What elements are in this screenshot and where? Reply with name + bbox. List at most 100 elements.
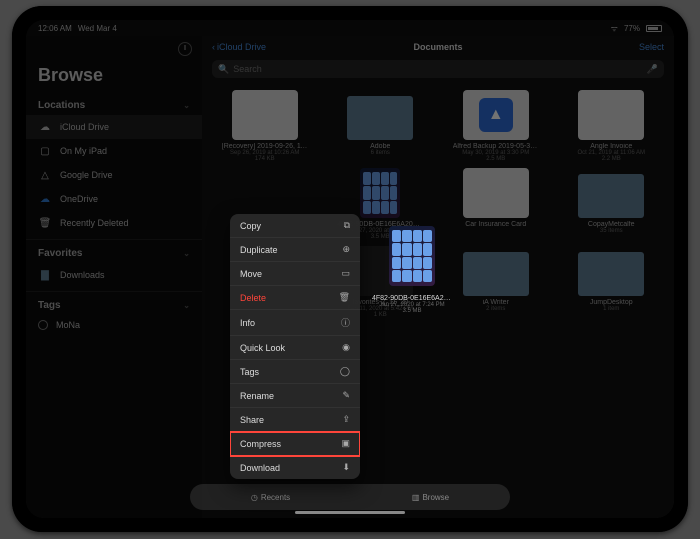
file-item[interactable]: JumpDesktop1 item — [559, 246, 665, 318]
chevron-down-icon: ⌄ — [183, 101, 190, 110]
sidebar-item-recentlydeleted[interactable]: 🗑 Recently Deleted — [26, 211, 202, 235]
move-icon: ▭ — [341, 268, 350, 279]
menu-label: Quick Look — [240, 343, 285, 353]
search-icon: 🔍 — [218, 64, 229, 75]
file-meta: 2 items — [486, 306, 505, 312]
menu-item-copy[interactable]: Copy ⧉ — [230, 214, 360, 238]
menu-label: Rename — [240, 391, 274, 401]
menu-item-info[interactable]: Info ⓘ — [230, 310, 360, 336]
file-item[interactable]: CopayMetcalfe35 items — [559, 168, 665, 240]
chevron-down-icon: ⌄ — [183, 249, 190, 258]
file-item[interactable]: Angle InvoiceOct 21, 2019 at 11:06 AM2.2… — [559, 90, 665, 162]
menu-label: Share — [240, 415, 264, 425]
file-item[interactable]: [Recovery] 2019-09-26, 11_59 AM (218 ite… — [212, 90, 318, 162]
onedrive-icon: ☁︎ — [38, 192, 52, 206]
file-name: JumpDesktop — [590, 299, 633, 306]
page-title: Documents — [413, 42, 462, 52]
file-name: 4F82-90DB-0E16E6A209CF — [372, 295, 452, 302]
menu-label: Compress — [240, 439, 281, 449]
search-input[interactable]: 🔍 Search 🎤 — [212, 60, 664, 78]
menu-item-duplicate[interactable]: Duplicate ⊕ — [230, 238, 360, 262]
menu-item-quick-look[interactable]: Quick Look◉ — [230, 336, 360, 360]
status-bar: 12:06 AM Wed Mar 4 ᯤ 77% — [26, 20, 674, 36]
folder-icon — [347, 96, 413, 140]
wifi-icon: ᯤ — [611, 23, 618, 34]
tab-recents[interactable]: ◷ Recents — [251, 493, 290, 502]
file-meta: 1 item — [603, 306, 619, 312]
file-thumbnail: ▲ — [463, 90, 529, 140]
selected-file-preview[interactable]: 4F82-90DB-0E16E6A209CF Jan 27, 2020 at 7… — [372, 220, 452, 314]
duplicate-icon: ⊕ — [342, 244, 350, 255]
menu-label: Download — [240, 463, 280, 473]
divider — [26, 239, 202, 240]
locations-header[interactable]: Locations ⌄ — [26, 96, 202, 115]
file-meta: 35 items — [600, 228, 623, 234]
file-thumbnail — [232, 90, 298, 140]
menu-item-rename[interactable]: Rename ✎ — [230, 384, 360, 408]
ipad-frame: 12:06 AM Wed Mar 4 ᯤ 77% Browse Location… — [12, 6, 688, 532]
menu-label: Copy — [240, 221, 261, 231]
sidebar-item-icloud[interactable]: ☁︎ iCloud Drive — [26, 115, 202, 139]
battery-icon — [646, 25, 662, 32]
menu-item-tags[interactable]: Tags ◯ — [230, 360, 360, 384]
folder-icon: ▇ — [38, 268, 52, 282]
menu-label: Tags — [240, 367, 259, 377]
sidebar-item-onmyipad[interactable]: ▢ On My iPad — [26, 139, 202, 163]
file-item[interactable]: Car Insurance Card — [443, 168, 549, 240]
alfred-icon: ▲ — [479, 98, 513, 132]
rename-icon: ✎ — [342, 390, 350, 401]
tag-icon — [38, 320, 48, 330]
folder-icon — [578, 174, 644, 218]
folder-icon: ▥ — [412, 493, 420, 502]
file-item[interactable]: Adobe6 items — [328, 90, 434, 162]
home-indicator[interactable] — [295, 511, 405, 514]
tab-browse[interactable]: ▥ Browse — [412, 493, 449, 502]
iphone-screenshot-icon — [389, 226, 435, 286]
folder-icon — [463, 252, 529, 296]
sidebar-title: Browse — [26, 59, 202, 96]
folder-icon — [578, 252, 644, 296]
menu-label: Delete — [240, 293, 266, 303]
file-name: Car Insurance Card — [465, 221, 526, 228]
recents-icon[interactable] — [178, 42, 192, 56]
menu-label: Info — [240, 318, 255, 328]
favorites-header[interactable]: Favorites ⌄ — [26, 244, 202, 263]
file-thumbnail — [463, 168, 529, 218]
file-name: [Recovery] 2019-09-26, 11_59 AM (218 ite… — [222, 143, 308, 150]
file-meta: 6 items — [371, 150, 390, 156]
googledrive-icon: △ — [38, 168, 52, 182]
file-name: iA Writer — [483, 299, 509, 306]
info-icon: ⓘ — [341, 316, 350, 329]
nav-bar: ‹ iCloud Drive Documents Select — [202, 36, 674, 58]
menu-item-download[interactable]: Download ⬇ — [230, 456, 360, 479]
battery-pct: 77% — [624, 24, 640, 33]
bottom-tab-bar: ◷ Recents ▥ Browse — [190, 484, 510, 510]
sidebar-item-onedrive[interactable]: ☁︎ OneDrive — [26, 187, 202, 211]
select-button[interactable]: Select — [639, 42, 664, 52]
mic-icon[interactable]: 🎤 — [647, 64, 658, 75]
file-thumbnail — [347, 168, 413, 218]
divider — [26, 291, 202, 292]
menu-item-delete[interactable]: Delete🗑 — [230, 286, 360, 310]
share-icon: ⇪ — [342, 414, 350, 425]
download-icon: ⬇ — [342, 462, 350, 473]
sidebar-item-tag-mona[interactable]: MoNa — [26, 315, 202, 335]
tags-header[interactable]: Tags ⌄ — [26, 296, 202, 315]
file-thumbnail — [578, 90, 644, 140]
sidebar-item-googledrive[interactable]: △ Google Drive — [26, 163, 202, 187]
back-button[interactable]: ‹ iCloud Drive — [212, 42, 266, 52]
menu-item-compress[interactable]: Compress▣ — [230, 432, 360, 456]
tags-icon: ◯ — [340, 366, 350, 377]
ipad-icon: ▢ — [38, 144, 52, 158]
clock-icon: ◷ — [251, 493, 258, 502]
chevron-left-icon: ‹ — [212, 42, 215, 52]
sidebar-item-downloads[interactable]: ▇ Downloads — [26, 263, 202, 287]
menu-label: Duplicate — [240, 245, 278, 255]
file-size: 174 KB — [255, 156, 275, 162]
copy-icon: ⧉ — [344, 220, 350, 231]
context-menu: Copy ⧉ Duplicate ⊕ Move▭Delete🗑 Info ⓘ Quick Lo… — [230, 214, 360, 479]
file-item[interactable]: iA Writer2 items — [443, 246, 549, 318]
menu-item-share[interactable]: Share ⇪ — [230, 408, 360, 432]
menu-item-move[interactable]: Move▭ — [230, 262, 360, 286]
file-item[interactable]: ▲Alfred Backup 2019-05-30.tar.gzMay 30, … — [443, 90, 549, 162]
